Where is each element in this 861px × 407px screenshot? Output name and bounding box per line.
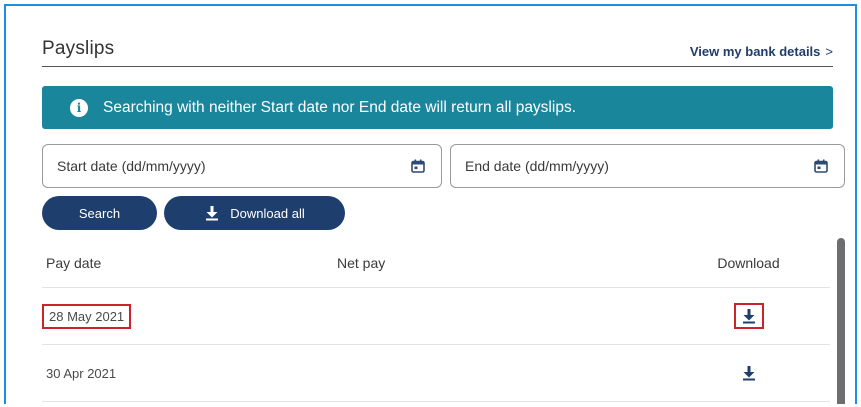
table-header: Pay date Net pay Download [42,238,830,288]
download-all-label: Download all [230,205,305,221]
start-date-placeholder: Start date (dd/mm/yyyy) [57,158,206,174]
info-banner: i Searching with neither Start date nor … [42,86,833,129]
table-row: 30 Apr 2021 [42,345,830,402]
info-banner-text: Searching with neither Start date nor En… [103,98,576,116]
calendar-icon[interactable] [411,159,425,173]
title-divider [42,66,833,67]
start-date-field[interactable]: Start date (dd/mm/yyyy) [42,144,442,188]
download-all-button[interactable]: Download all [164,196,345,230]
download-icon [204,205,220,221]
vertical-scrollbar[interactable] [837,238,845,404]
table-row: 28 May 2021 [42,288,830,345]
pay-date-cell: 28 May 2021 [42,303,132,329]
download-icon[interactable] [733,303,764,329]
page-title: Payslips [42,38,115,59]
download-icon[interactable] [734,360,764,386]
info-icon: i [70,98,88,117]
bank-link-label: View my bank details [689,44,821,59]
end-date-placeholder: End date (dd/mm/yyyy) [465,158,609,174]
column-header-net-pay: Net pay [337,254,386,271]
column-header-pay-date: Pay date [46,254,102,271]
search-button[interactable]: Search [42,196,157,230]
chevron-right-icon: > [825,44,833,59]
payslips-panel: Payslips View my bank details > i Searchi… [4,4,857,404]
column-header-download: Download [717,254,780,271]
end-date-field[interactable]: End date (dd/mm/yyyy) [450,144,845,188]
pay-date-cell: 30 Apr 2021 [46,365,117,381]
payslips-table: Pay date Net pay Download 28 May 2021 30… [42,238,830,402]
search-button-label: Search [78,205,121,221]
calendar-icon[interactable] [814,159,828,173]
view-bank-details-link[interactable]: View my bank details > [690,44,833,59]
